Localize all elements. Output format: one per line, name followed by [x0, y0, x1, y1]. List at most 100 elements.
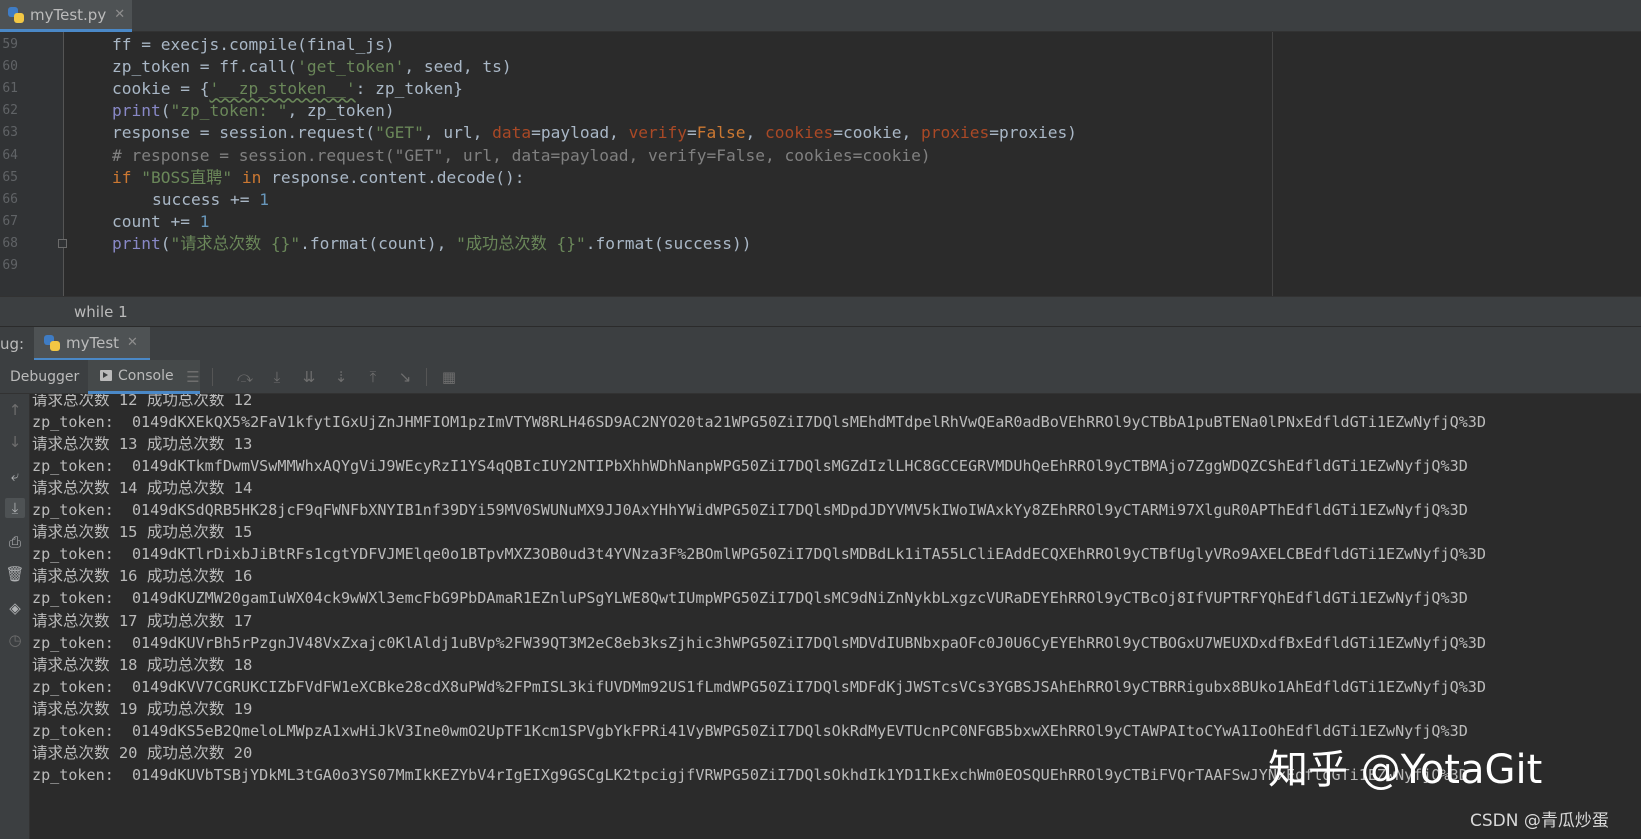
- tab-debugger[interactable]: Debugger: [10, 360, 79, 394]
- show-execution-point-icon[interactable]: ⤼: [236, 369, 254, 385]
- code-token: proxies: [920, 123, 990, 143]
- code-token: print: [112, 233, 161, 253]
- code-token: ff = execjs.compile(final_js): [112, 35, 395, 54]
- toolbar-separator: [212, 368, 213, 386]
- run-to-cursor-icon[interactable]: ↘: [396, 369, 414, 385]
- line-number: 66: [2, 191, 18, 207]
- code-token: =: [687, 123, 697, 143]
- history-icon[interactable]: ◷: [5, 630, 25, 650]
- code-token: =proxies): [989, 123, 1077, 143]
- python-console-icon[interactable]: ◈: [5, 598, 25, 618]
- code-token: success +=: [152, 189, 260, 209]
- code-line[interactable]: zp_token = ff.call('get_token', seed, ts…: [112, 55, 512, 78]
- code-token: zp_token = ff.call(: [112, 57, 298, 77]
- console-count-line: 请求总次数 13 成功总次数 13: [32, 435, 253, 454]
- console-count-line: 请求总次数 16 成功总次数 16: [32, 567, 253, 586]
- line-number: 67: [2, 213, 18, 229]
- run-tab-mytest[interactable]: myTest ✕: [34, 327, 150, 361]
- line-number-gutter: 59 60 61 62 63 64 65 66 67 68 69: [0, 32, 67, 296]
- code-token: print: [112, 101, 161, 121]
- step-into-my-code-icon[interactable]: ⇣: [332, 369, 350, 385]
- code-token: "GET": [375, 123, 424, 143]
- console-token-line: zp_token: 0149dKTkmfDwmVSwMMWhxAQYgViJ9W…: [32, 457, 1468, 476]
- code-token: =payload,: [531, 123, 629, 143]
- line-number: 59: [2, 37, 18, 52]
- code-token: , seed, ts): [404, 57, 512, 77]
- code-token: , zp_token): [287, 101, 395, 121]
- code-line[interactable]: print("请求总次数 {}".format(count), "成功总次数 {…: [112, 232, 751, 255]
- code-token: 'get_token': [297, 57, 405, 77]
- console-token-line: zp_token: 0149dKSdQRB5HK28jcF9qFWNFbXNYI…: [32, 501, 1468, 520]
- console-count-line: 请求总次数 19 成功总次数 19: [32, 699, 253, 718]
- line-number: 69: [2, 258, 18, 273]
- code-line[interactable]: print("zp_token: ", zp_token): [112, 99, 395, 122]
- scroll-up-icon[interactable]: ↑: [5, 400, 25, 420]
- console-token-line: zp_token: 0149dKUZMW20gamIuWX04ck9wWXl3e…: [32, 589, 1468, 608]
- code-token: in: [232, 167, 272, 187]
- code-token: "成功总次数 {}": [456, 233, 586, 253]
- code-line[interactable]: if "BOSS直聘" in response.content.decode()…: [112, 166, 524, 189]
- credit-text: CSDN @青瓜炒蛋: [1470, 811, 1609, 831]
- code-token: False: [696, 123, 746, 143]
- console-token-line: zp_token: 0149dKVV7CGRUKCIZbFVdFW1eXCBke…: [32, 677, 1486, 696]
- code-token: 1: [199, 211, 210, 231]
- code-token: verify: [628, 123, 688, 143]
- code-line[interactable]: cookie = {'__zp_stoken__': zp_token}: [112, 77, 463, 100]
- close-icon[interactable]: ✕: [114, 7, 125, 22]
- code-token: , url,: [423, 123, 493, 143]
- code-token: .format(success)): [585, 233, 752, 253]
- code-token: 1: [259, 189, 269, 209]
- evaluate-expression-icon[interactable]: ▦: [440, 369, 458, 385]
- code-token: data: [492, 123, 532, 143]
- line-number: 62: [2, 103, 18, 119]
- tab-debugger-label: Debugger: [10, 369, 80, 385]
- console-token-line: zp_token: 0149dKXEkQX5%2FaV1kfytIGxUjZnJ…: [32, 413, 1486, 432]
- line-number: 65: [2, 169, 18, 185]
- scroll-down-icon[interactable]: ↓: [5, 432, 25, 452]
- step-into-icon[interactable]: ⇊: [300, 369, 318, 385]
- code-line[interactable]: ff = execjs.compile(final_js): [112, 33, 395, 56]
- code-token: .format(count),: [300, 233, 457, 253]
- code-token: if: [112, 167, 142, 187]
- line-number: 68: [2, 235, 18, 251]
- code-line[interactable]: # response = session.request("GET", url,…: [112, 144, 931, 167]
- code-token: =cookie,: [833, 123, 921, 143]
- close-icon[interactable]: ✕: [127, 335, 138, 350]
- code-token: '__zp_stoken__': [209, 79, 356, 99]
- right-margin-guide: [1272, 32, 1273, 296]
- line-number: 60: [2, 59, 18, 75]
- code-token: "BOSS直聘": [141, 167, 233, 187]
- clear-all-icon[interactable]: 🗑: [5, 564, 25, 584]
- line-number: 63: [2, 125, 18, 141]
- fold-marker-icon[interactable]: [58, 238, 67, 248]
- toolbar-separator: [426, 368, 427, 386]
- console-icon: [100, 370, 112, 381]
- code-token: "请求总次数 {}": [170, 233, 301, 253]
- code-token: count +=: [112, 211, 200, 231]
- breadcrumb-item[interactable]: while 1: [74, 303, 128, 321]
- editor-tab-mytest[interactable]: myTest.py ✕: [0, 0, 132, 32]
- side-toolbar: ↑ ↓ ⤶ ⤓ ⎙ 🗑 ◈ ◷: [0, 394, 30, 839]
- step-over-icon[interactable]: ⤓: [268, 369, 286, 385]
- run-tab-label: myTest: [66, 333, 120, 352]
- step-out-icon[interactable]: ⤒: [364, 369, 382, 385]
- code-token: cookies: [765, 123, 834, 143]
- code-line[interactable]: success += 1: [152, 188, 269, 211]
- code-token: cookie = {: [112, 79, 210, 99]
- code-token: response = session.request(: [112, 123, 376, 143]
- code-token: : zp_token}: [355, 79, 463, 99]
- scroll-to-end-icon[interactable]: ⤓: [5, 498, 25, 518]
- console-token-line: zp_token: 0149dKUVrBh5rPzgnJV48VxZxajc0K…: [32, 633, 1486, 652]
- menu-icon[interactable]: ☰: [184, 369, 202, 385]
- debug-toolbar: Debugger Console ☰ ⤼ ⤓ ⇊ ⇣ ⤒ ↘ ▦: [0, 360, 1641, 394]
- code-line[interactable]: count += 1: [112, 210, 209, 233]
- print-icon[interactable]: ⎙: [5, 532, 25, 552]
- soft-wrap-icon[interactable]: ⤶: [5, 466, 25, 486]
- code-line[interactable]: response = session.request("GET", url, d…: [112, 121, 1077, 144]
- console-count-line: 请求总次数 15 成功总次数 15: [32, 523, 253, 542]
- watermark-text: 知乎 @YotaGit: [1268, 747, 1543, 793]
- code-editor[interactable]: 59 60 61 62 63 64 65 66 67 68 69 ff = execjs.compi…: [0, 32, 1641, 296]
- code-token: "zp_token: ": [170, 101, 288, 121]
- line-number: 64: [2, 147, 18, 163]
- console-count-line: 请求总次数 18 成功总次数 18: [32, 655, 253, 674]
